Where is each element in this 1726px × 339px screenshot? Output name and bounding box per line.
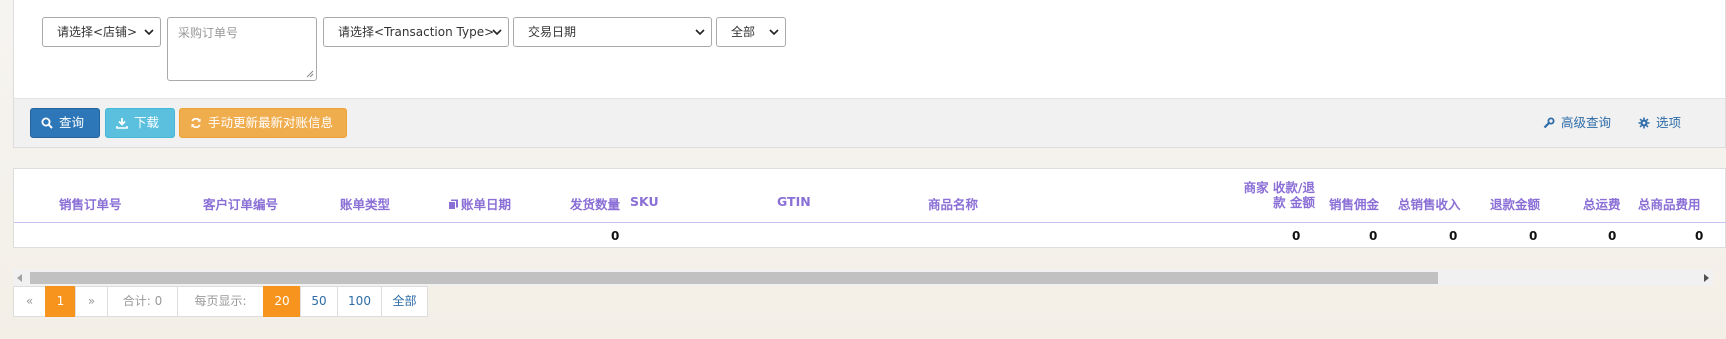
page-size-50[interactable]: 50 xyxy=(300,286,338,317)
refresh-reconciliation-button[interactable]: 手动更新最新对账信息 xyxy=(179,108,347,138)
filter-panel: 请选择<店铺> 采购订单号 请选择<Transaction Type> 交易日期… xyxy=(13,0,1726,148)
purchase-order-input[interactable]: 采购订单号 xyxy=(167,17,317,81)
column-header-total-sales-income[interactable]: 总销售收入 xyxy=(1398,194,1461,213)
refresh-icon xyxy=(191,117,201,129)
query-button[interactable]: 查询 xyxy=(30,108,100,138)
options-label: 选项 xyxy=(1656,115,1682,130)
merchant-amount-line1: 商家 收款/退 xyxy=(1243,180,1315,195)
page-size-20[interactable]: 20 xyxy=(263,286,301,317)
status-select[interactable]: 全部 xyxy=(716,17,786,47)
total-ship-qty: 0 xyxy=(611,229,620,243)
advanced-search-label: 高级查询 xyxy=(1561,115,1612,130)
options-link[interactable]: 选项 xyxy=(1638,108,1681,138)
total-sales-income: 0 xyxy=(1449,229,1458,243)
page-1-button[interactable]: 1 xyxy=(45,286,76,317)
column-header-sales-order[interactable]: 销售订单号 xyxy=(59,194,122,213)
refresh-button-label: 手动更新最新对账信息 xyxy=(208,115,334,130)
transaction-type-select[interactable]: 请选择<Transaction Type> xyxy=(323,17,509,47)
column-header-sales-commission[interactable]: 销售佣金 xyxy=(1329,194,1379,213)
total-sales-commission: 0 xyxy=(1369,229,1378,243)
column-header-product-name[interactable]: 商品名称 xyxy=(928,194,978,213)
column-header-gtin[interactable]: GTIN xyxy=(777,194,811,209)
column-header-merchant-amount[interactable]: 商家 收款/退 款 金额 xyxy=(1230,180,1315,210)
column-header-total-product-cost[interactable]: 总商品费用 xyxy=(1638,194,1701,213)
copy-icon xyxy=(448,199,458,210)
gear-icon xyxy=(1638,117,1650,129)
column-header-refund-amount[interactable]: 退款金额 xyxy=(1490,194,1540,213)
scroll-thumb[interactable] xyxy=(30,272,1438,284)
query-button-label: 查询 xyxy=(59,115,85,130)
download-button[interactable]: 下载 xyxy=(105,108,175,138)
resize-grip-icon[interactable] xyxy=(306,70,314,78)
merchant-amount-line2: 款 金额 xyxy=(1273,195,1315,210)
chevron-down-icon xyxy=(769,29,779,36)
column-header-total-shipping[interactable]: 总运费 xyxy=(1583,194,1621,213)
transaction-type-value: 请选择<Transaction Type> xyxy=(338,25,495,39)
total-merchant-amount: 0 xyxy=(1292,229,1301,243)
status-select-value: 全部 xyxy=(731,25,756,39)
shop-select-value: 请选择<店铺> xyxy=(57,25,138,39)
download-button-label: 下载 xyxy=(134,115,160,130)
total-count: 合计: 0 xyxy=(107,286,178,317)
scroll-left-arrow-icon[interactable] xyxy=(17,274,22,282)
chevron-down-icon xyxy=(492,29,502,36)
horizontal-scrollbar[interactable] xyxy=(13,269,1713,286)
scroll-right-arrow-icon[interactable] xyxy=(1704,274,1709,282)
chevron-down-icon xyxy=(695,29,705,36)
shop-select[interactable]: 请选择<店铺> xyxy=(42,17,161,47)
column-header-bill-type[interactable]: 账单类型 xyxy=(340,194,390,213)
advanced-search-link[interactable]: 高级查询 xyxy=(1543,108,1611,138)
date-type-value: 交易日期 xyxy=(528,25,577,39)
action-toolbar: 查询 下载 手动更新最新对账信息 高级查询 选项 xyxy=(14,98,1725,147)
per-page-label: 每页显示: xyxy=(177,286,264,317)
page-size-100[interactable]: 100 xyxy=(337,286,382,317)
chevron-down-icon xyxy=(144,29,154,36)
next-page-button[interactable]: » xyxy=(75,286,108,317)
prev-page-button[interactable]: « xyxy=(13,286,46,317)
pagination: « 1 » 合计: 0 每页显示: 20 50 100 全部 xyxy=(13,286,428,317)
purchase-order-placeholder: 采购订单号 xyxy=(178,26,239,40)
column-header-ship-qty[interactable]: 发货数量 xyxy=(570,194,620,213)
bill-date-label: 账单日期 xyxy=(461,197,512,212)
total-shipping: 0 xyxy=(1608,229,1617,243)
total-product-cost: 0 xyxy=(1695,229,1704,243)
page-size-all[interactable]: 全部 xyxy=(381,286,428,317)
search-icon xyxy=(41,117,53,129)
reconciliation-table: 销售订单号 客户订单编号 账单类型 账单日期 发货数量 SKU GTIN 商品名… xyxy=(13,168,1726,248)
column-header-customer-order[interactable]: 客户订单编号 xyxy=(203,194,278,213)
download-icon xyxy=(116,118,128,129)
column-header-sku[interactable]: SKU xyxy=(630,194,659,209)
total-refund-amount: 0 xyxy=(1529,229,1538,243)
date-type-select[interactable]: 交易日期 xyxy=(513,17,712,47)
header-divider xyxy=(14,222,1726,223)
column-header-bill-date[interactable]: 账单日期 xyxy=(448,194,511,213)
wrench-icon xyxy=(1543,117,1555,129)
